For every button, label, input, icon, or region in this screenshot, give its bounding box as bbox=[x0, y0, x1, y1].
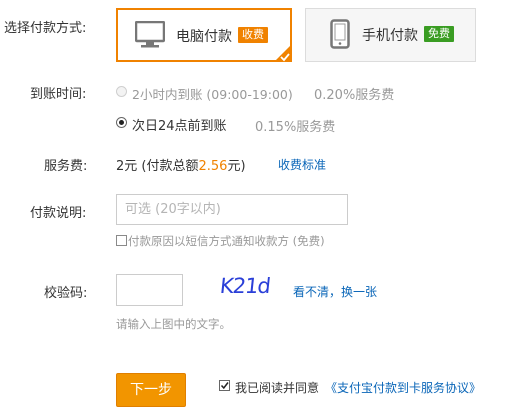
service-fee-value: 2元 (付款总额2.56元) bbox=[116, 155, 246, 174]
sms-notify-label[interactable]: 付款原因以短信方式通知收款方 (免费) bbox=[128, 233, 325, 249]
captcha-input[interactable] bbox=[116, 274, 183, 306]
sms-notify-checkbox[interactable] bbox=[116, 235, 127, 246]
agree-checkbox[interactable] bbox=[219, 380, 230, 391]
service-fee-suffix: 元) bbox=[227, 159, 246, 174]
arrival-nextday-radio[interactable] bbox=[116, 117, 127, 128]
arrival-nextday-text[interactable]: 次日24点前到账 bbox=[132, 115, 227, 134]
check-icon bbox=[220, 382, 229, 390]
captcha-refresh-link[interactable]: 看不清，换一张 bbox=[293, 283, 377, 300]
service-fee-amount: 2.56 bbox=[198, 159, 228, 174]
arrival-label: 到账时间: bbox=[30, 87, 87, 102]
next-step-button[interactable]: 下一步 bbox=[116, 373, 186, 407]
pay-method-label: 选择付款方式: bbox=[4, 21, 87, 36]
pay-option-mobile-label: 手机付款 bbox=[362, 28, 418, 44]
captcha-hint: 请输入上图中的文字。 bbox=[116, 317, 231, 331]
arrival-2h-radio[interactable] bbox=[116, 86, 127, 97]
payment-note-input[interactable] bbox=[116, 194, 348, 225]
selected-check-icon bbox=[274, 44, 292, 62]
fee-standard-link[interactable]: 收费标准 bbox=[278, 156, 326, 173]
payment-note-label: 付款说明: bbox=[30, 206, 87, 221]
captcha-image[interactable]: K21d bbox=[218, 274, 278, 304]
service-fee-prefix: 2元 (付款总额 bbox=[116, 159, 199, 174]
pay-option-mobile[interactable]: 手机付款 免费 bbox=[305, 8, 476, 62]
captcha-label: 校验码: bbox=[44, 286, 88, 301]
arrival-nextday-fee: 0.15%服务费 bbox=[255, 120, 336, 135]
pay-option-pc-badge: 收费 bbox=[238, 27, 268, 43]
mobile-phone-icon bbox=[330, 19, 350, 49]
captcha-text: K21d bbox=[218, 274, 272, 298]
arrival-2h-text[interactable]: 2小时内到账 (09:00-19:00) bbox=[132, 84, 293, 103]
arrival-2h-fee: 0.20%服务费 bbox=[314, 88, 395, 103]
pay-option-pc-label: 电脑付款 bbox=[176, 29, 232, 45]
agreement-link[interactable]: 《支付宝付款到卡服务协议》 bbox=[325, 379, 481, 396]
pay-option-mobile-badge: 免费 bbox=[424, 26, 454, 42]
agree-label: 我已阅读并同意 bbox=[235, 381, 320, 395]
pay-option-pc[interactable]: 电脑付款 收费 bbox=[116, 8, 292, 62]
computer-icon bbox=[135, 21, 165, 48]
service-fee-label: 服务费: bbox=[44, 159, 88, 174]
